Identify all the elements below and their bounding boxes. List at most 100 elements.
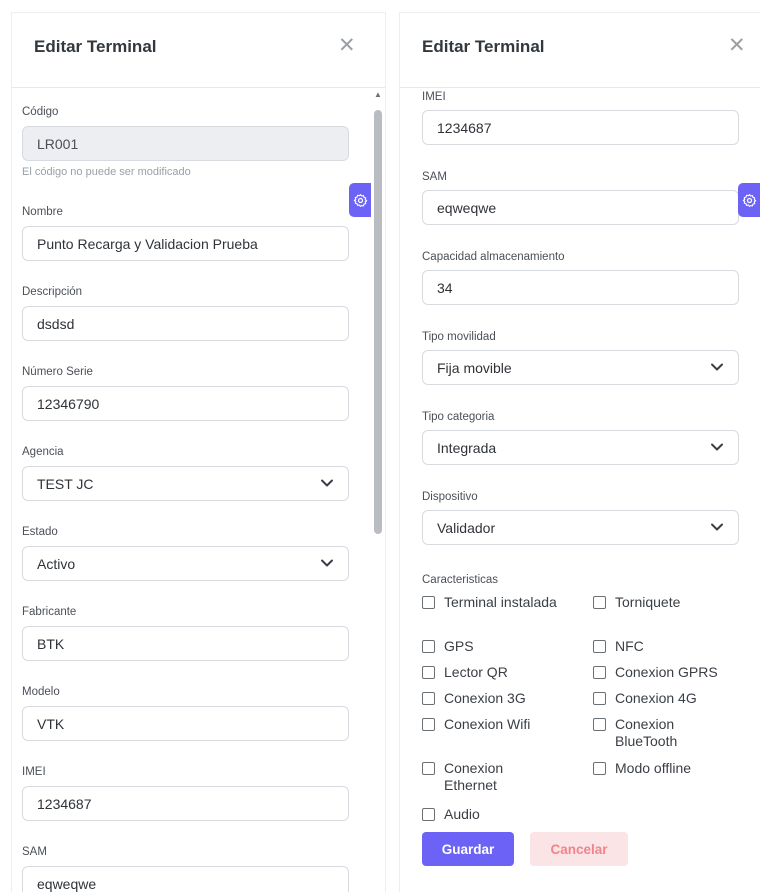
sam-label: SAM [422, 171, 447, 183]
checkbox-box[interactable] [422, 596, 435, 609]
checkbox-nfc[interactable]: NFC [593, 638, 644, 655]
codigo-help-text: El código no puede ser modificado [22, 166, 191, 178]
checkbox-label: Conexion 4G [615, 690, 697, 706]
checkbox-box[interactable] [422, 640, 435, 653]
chevron-down-icon [711, 523, 723, 531]
fabricante-label: Fabricante [22, 606, 77, 618]
tipo-categoria-select[interactable]: Integrada [422, 430, 739, 465]
numero-serie-label: Número Serie [22, 366, 93, 378]
checkbox-label: Lector QR [444, 664, 508, 680]
imei-label: IMEI [422, 91, 446, 103]
numero-serie-input[interactable]: 12346790 [22, 386, 349, 421]
sam-label: SAM [22, 846, 47, 858]
checkbox-box[interactable] [593, 718, 606, 731]
gear-icon[interactable] [738, 183, 760, 217]
checkbox-box[interactable] [593, 640, 606, 653]
panel-header: Editar Terminal ✕ [12, 13, 385, 88]
checkbox-audio[interactable]: Audio [422, 806, 480, 823]
descripcion-input[interactable]: dsdsd [22, 306, 349, 341]
checkbox-label: Conexion Wifi [444, 716, 531, 732]
edit-terminal-panel-right: Editar Terminal ✕ IMEI 1234687 SAM eqweq… [399, 12, 760, 892]
checkbox-box[interactable] [422, 666, 435, 679]
descripcion-label: Descripción [22, 286, 83, 298]
codigo-input: LR001 [22, 126, 349, 161]
imei-input[interactable]: 1234687 [22, 786, 349, 821]
tipo-movilidad-value: Fija movible [437, 359, 512, 376]
panel-header: Editar Terminal ✕ [400, 13, 760, 88]
dispositivo-label: Dispositivo [422, 491, 478, 503]
nombre-label: Nombre [22, 206, 63, 218]
checkbox-gps[interactable]: GPS [422, 638, 474, 655]
fabricante-input[interactable]: BTK [22, 626, 349, 661]
close-icon[interactable]: ✕ [338, 35, 356, 56]
cancel-button[interactable]: Cancelar [530, 832, 628, 866]
panel-title: Editar Terminal [34, 37, 157, 56]
checkbox-box[interactable] [422, 808, 435, 821]
imei-label: IMEI [22, 766, 46, 778]
checkbox-box[interactable] [422, 692, 435, 705]
capacidad-label: Capacidad almacenamiento [422, 251, 565, 263]
checkbox-lector-qr[interactable]: Lector QR [422, 664, 508, 681]
checkbox-conexion-4g[interactable]: Conexion 4G [593, 690, 697, 707]
save-button[interactable]: Guardar [422, 832, 514, 866]
scrollbar[interactable]: ▲ [373, 88, 383, 892]
checkbox-label: GPS [444, 638, 474, 654]
close-icon[interactable]: ✕ [728, 35, 746, 56]
tipo-categoria-label: Tipo categoria [422, 411, 495, 423]
scrollbar-thumb[interactable] [374, 110, 382, 534]
nombre-input[interactable]: Punto Recarga y Validacion Prueba [22, 226, 349, 261]
caracteristicas-label: Caracteristicas [422, 574, 499, 586]
form-body: IMEI 1234687 SAM eqweqwe Capacidad almac… [400, 88, 760, 892]
capacidad-input[interactable]: 34 [422, 270, 739, 305]
sam-input[interactable]: eqweqwe [22, 866, 349, 892]
checkbox-label: Conexion GPRS [615, 664, 718, 680]
agencia-value: TEST JC [37, 475, 94, 492]
checkbox-conexion-wifi[interactable]: Conexion Wifi [422, 716, 530, 733]
codigo-label: Código [22, 106, 59, 118]
checkbox-torniquete[interactable]: Torniquete [593, 594, 680, 611]
settings-gear-glyph [353, 193, 367, 207]
checkbox-label: Conexion BlueTooth [615, 716, 678, 749]
checkbox-label: Modo offline [615, 760, 692, 776]
estado-select[interactable]: Activo [22, 546, 349, 581]
checkbox-box[interactable] [593, 692, 606, 705]
scroll-up-arrow-icon[interactable]: ▲ [374, 90, 382, 99]
estado-value: Activo [37, 555, 76, 572]
checkbox-label: Audio [444, 806, 480, 822]
tipo-movilidad-select[interactable]: Fija movible [422, 350, 739, 385]
checkbox-label: Conexion 3G [444, 690, 526, 706]
checkbox-box[interactable] [593, 762, 606, 775]
checkbox-conexion-gprs[interactable]: Conexion GPRS [593, 664, 718, 681]
checkbox-conexion-ethernet[interactable]: Conexion Ethernet [422, 760, 562, 794]
checkbox-box[interactable] [593, 666, 606, 679]
estado-label: Estado [22, 526, 58, 538]
checkbox-box[interactable] [593, 596, 606, 609]
checkbox-conexion-bluetooth[interactable]: Conexion BlueTooth [593, 716, 723, 750]
imei-input[interactable]: 1234687 [422, 110, 739, 145]
checkbox-label: NFC [615, 638, 644, 654]
panel-title: Editar Terminal [422, 37, 545, 56]
agencia-label: Agencia [22, 446, 64, 458]
checkbox-conexion-3g[interactable]: Conexion 3G [422, 690, 526, 707]
tipo-categoria-value: Integrada [437, 439, 497, 456]
checkbox-label: Conexion Ethernet [444, 760, 504, 793]
dispositivo-value: Validador [437, 519, 496, 536]
gear-icon[interactable] [349, 183, 371, 217]
settings-gear-glyph [742, 193, 756, 207]
chevron-down-icon [711, 363, 723, 371]
modelo-input[interactable]: VTK [22, 706, 349, 741]
agencia-select[interactable]: TEST JC [22, 466, 349, 501]
chevron-down-icon [321, 559, 333, 567]
form-body: Código LR001 El código no puede ser modi… [12, 88, 385, 892]
chevron-down-icon [321, 479, 333, 487]
checkbox-modo-offline[interactable]: Modo offline [593, 760, 691, 777]
dispositivo-select[interactable]: Validador [422, 510, 739, 545]
sam-input[interactable]: eqweqwe [422, 190, 739, 225]
tipo-movilidad-label: Tipo movilidad [422, 331, 496, 343]
checkbox-terminal-instalada[interactable]: Terminal instalada [422, 594, 562, 611]
edit-terminal-panel-left: Editar Terminal ✕ Código LR001 El código… [11, 12, 386, 892]
checkbox-label: Terminal instalada [444, 594, 557, 610]
checkbox-box[interactable] [422, 718, 435, 731]
modelo-label: Modelo [22, 686, 60, 698]
checkbox-box[interactable] [422, 762, 435, 775]
